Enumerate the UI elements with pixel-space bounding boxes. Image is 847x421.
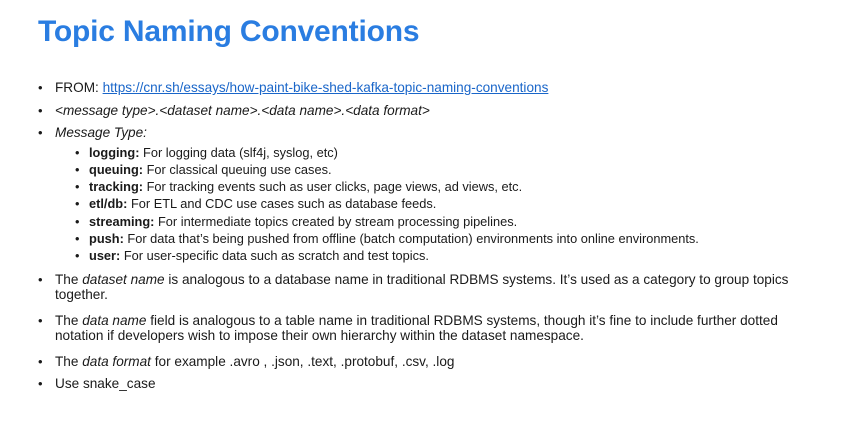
dataset-name-term: dataset name	[82, 271, 165, 287]
bullet-data-name: The data name field is analogous to a ta…	[38, 313, 828, 344]
message-type-term: etl/db:	[89, 196, 128, 212]
message-type-desc: For intermediate topics created by strea…	[154, 213, 518, 229]
source-link[interactable]: https://cnr.sh/essays/how-paint-bike-she…	[103, 80, 549, 95]
message-type-term: tracking:	[89, 179, 144, 195]
message-type-item: tracking: For tracking events such as us…	[75, 178, 828, 196]
message-type-list: logging: For logging data (slf4j, syslog…	[55, 144, 828, 265]
bullet-list: FROM: https://cnr.sh/essays/how-paint-bi…	[38, 80, 828, 399]
data-name-text: field is analogous to a table name in tr…	[55, 312, 778, 344]
message-type-item: user: For user-specific data such as scr…	[75, 247, 828, 265]
bullet-data-format: The data format for example .avro , .jso…	[38, 354, 828, 370]
dataset-name-text: is analogous to a database name in tradi…	[55, 271, 789, 303]
message-type-heading: Message Type:	[55, 125, 147, 140]
bullet-pattern: <message type>.<dataset name>.<data name…	[38, 103, 828, 119]
data-format-pre: The	[55, 353, 83, 369]
data-name-term: data name	[82, 312, 147, 328]
message-type-item: push: For data that’s being pushed from …	[75, 230, 828, 248]
slide-title: Topic Naming Conventions	[38, 15, 420, 48]
message-type-item: etl/db: For ETL and CDC use cases such a…	[75, 195, 828, 213]
bullet-dataset-name: The dataset name is analogous to a datab…	[38, 272, 828, 303]
message-type-term: streaming:	[89, 213, 155, 229]
message-type-item: logging: For logging data (slf4j, syslog…	[75, 144, 828, 162]
bullet-source: FROM: https://cnr.sh/essays/how-paint-bi…	[38, 80, 828, 96]
dataset-name-pre: The	[55, 271, 83, 287]
message-type-term: push:	[89, 230, 124, 246]
message-type-desc: For classical queuing use cases.	[143, 161, 332, 177]
message-type-desc: For data that’s being pushed from offlin…	[123, 230, 699, 246]
message-type-term: user:	[89, 248, 121, 264]
message-type-term: queuing:	[89, 161, 144, 177]
slide: Topic Naming Conventions FROM: https://c…	[0, 0, 847, 421]
message-type-desc: For tracking events such as user clicks,…	[143, 179, 523, 195]
bullet-snake-case: Use snake_case	[38, 376, 828, 392]
data-format-text: for example .avro , .json, .text, .proto…	[150, 353, 455, 369]
message-type-desc: For logging data (slf4j, syslog, etc)	[139, 144, 338, 160]
from-label: FROM:	[55, 80, 103, 95]
naming-pattern: <message type>.<dataset name>.<data name…	[55, 102, 430, 118]
data-format-term: data format	[82, 353, 151, 369]
message-type-item: queuing: For classical queuing use cases…	[75, 161, 828, 179]
message-type-desc: For ETL and CDC use cases such as databa…	[127, 196, 437, 212]
bullet-message-type: Message Type: logging: For logging data …	[38, 125, 828, 265]
message-type-term: logging:	[89, 144, 140, 160]
message-type-desc: For user-specific data such as scratch a…	[120, 248, 429, 264]
message-type-item: streaming: For intermediate topics creat…	[75, 213, 828, 231]
data-name-pre: The	[55, 312, 83, 328]
